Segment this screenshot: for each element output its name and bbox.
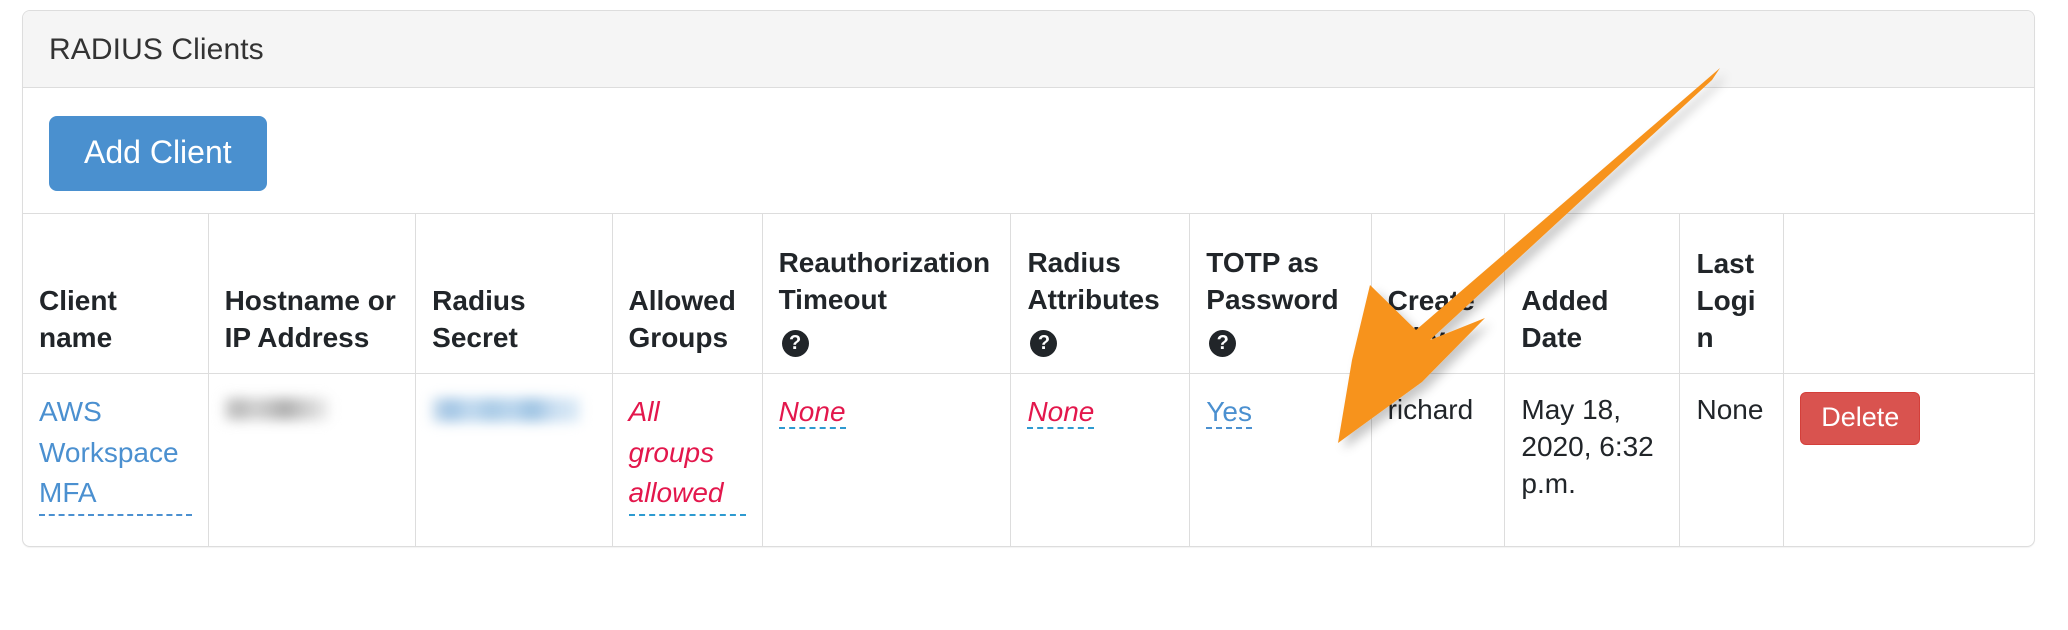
table-body: AWS Workspace MFA All groups allowed Non… bbox=[23, 373, 2034, 546]
table-header-row: Client name Hostname or IP Address Radiu… bbox=[23, 213, 2034, 374]
radius-attributes-value[interactable]: None bbox=[1027, 396, 1095, 429]
radius-clients-table: Client name Hostname or IP Address Radiu… bbox=[23, 213, 2034, 546]
add-client-button[interactable]: Add Client bbox=[49, 116, 267, 191]
client-name-link[interactable]: AWS Workspace MFA bbox=[39, 392, 192, 516]
table-row: AWS Workspace MFA All groups allowed Non… bbox=[23, 373, 2034, 546]
reauthorization-timeout-value[interactable]: None bbox=[778, 396, 846, 429]
column-header-hostname-or-ip: Hostname or IP Address bbox=[208, 213, 417, 374]
cell-allowed-groups: All groups allowed bbox=[612, 373, 763, 546]
column-header-reauthorization-timeout: Reauthorization Timeout? bbox=[762, 213, 1012, 374]
column-header-label: Client name bbox=[39, 285, 117, 354]
allowed-groups-value[interactable]: All groups allowed bbox=[628, 392, 746, 516]
column-header-label: Radius Attributes bbox=[1027, 247, 1160, 316]
column-header-client-name: Client name bbox=[23, 213, 209, 374]
totp-as-password-value[interactable]: Yes bbox=[1206, 396, 1252, 429]
card-body: Add Client bbox=[23, 88, 2034, 213]
cell-last-login: None bbox=[1679, 373, 1785, 546]
column-header-created-by: Created by bbox=[1371, 213, 1506, 374]
help-icon[interactable]: ? bbox=[1030, 330, 1058, 357]
column-header-label: TOTP as Password bbox=[1206, 247, 1339, 316]
redacted-radius-secret-value[interactable] bbox=[432, 398, 581, 422]
table-head: Client name Hostname or IP Address Radiu… bbox=[23, 213, 2034, 374]
column-header-radius-attributes: Radius Attributes? bbox=[1010, 213, 1191, 374]
cell-radius-attributes: None bbox=[1010, 373, 1191, 546]
column-header-label: Hostname or IP Address bbox=[224, 285, 396, 354]
column-header-last-login: Last Login bbox=[1679, 213, 1785, 374]
cell-actions: Delete bbox=[1784, 374, 2034, 546]
column-header-radius-secret: Radius Secret bbox=[415, 213, 613, 374]
help-icon[interactable]: ? bbox=[781, 330, 809, 357]
column-header-totp-as-password: TOTP as Password? bbox=[1189, 213, 1372, 374]
cell-created-by: richard bbox=[1371, 373, 1506, 546]
column-header-label: Added Date bbox=[1521, 285, 1609, 354]
delete-button[interactable]: Delete bbox=[1800, 392, 1921, 445]
cell-added-date: May 18, 2020, 6:32 p.m. bbox=[1504, 373, 1681, 546]
column-header-label: Last Login bbox=[1696, 248, 1756, 354]
column-header-label: Allowed Groups bbox=[628, 285, 736, 354]
column-header-added-date: Added Date bbox=[1504, 213, 1681, 374]
card-header: RADIUS Clients bbox=[23, 11, 2034, 88]
page-title: RADIUS Clients bbox=[49, 33, 264, 66]
cell-client-name: AWS Workspace MFA bbox=[23, 373, 209, 546]
cell-reauthorization-timeout: None bbox=[762, 373, 1012, 546]
cell-hostname-or-ip bbox=[208, 373, 417, 546]
column-header-label: Radius Secret bbox=[432, 285, 526, 354]
column-header-actions bbox=[1783, 213, 2034, 374]
column-header-label: Reauthorization Timeout bbox=[778, 247, 991, 316]
help-icon[interactable]: ? bbox=[1209, 330, 1237, 357]
cell-totp-as-password: Yes bbox=[1189, 373, 1372, 546]
radius-clients-card: RADIUS Clients Add Client Client name Ho… bbox=[22, 10, 2035, 547]
column-header-label: Created by bbox=[1387, 285, 1475, 354]
cell-radius-secret bbox=[415, 373, 613, 546]
column-header-allowed-groups: Allowed Groups bbox=[612, 213, 763, 374]
redacted-hostname-value[interactable] bbox=[224, 398, 329, 420]
clients-table-wrapper: Client name Hostname or IP Address Radiu… bbox=[23, 213, 2034, 546]
